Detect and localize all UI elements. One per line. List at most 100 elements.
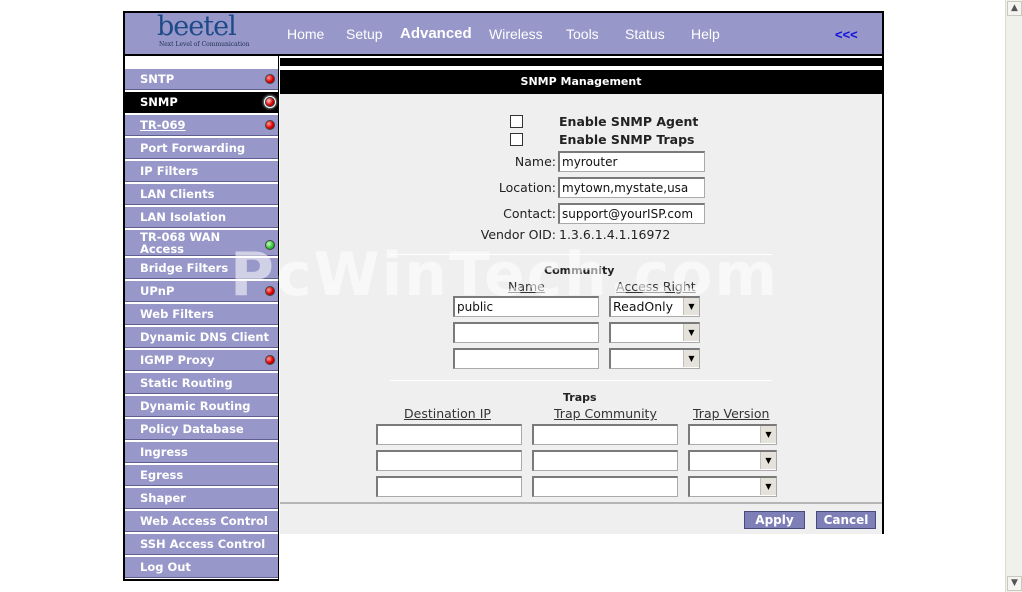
sidebar-item-label: Policy Database bbox=[140, 422, 244, 436]
enable-snmp-agent-label: Enable SNMP Agent bbox=[559, 114, 699, 129]
trap-destination-ip-input[interactable] bbox=[376, 476, 522, 497]
community-access-select[interactable]: ▼ bbox=[609, 322, 700, 343]
logo-text: beetel bbox=[157, 11, 237, 42]
trap-destination-ip-input[interactable] bbox=[376, 424, 522, 445]
status-red-icon bbox=[265, 286, 275, 296]
sidebar-item-label: Web Access Control bbox=[140, 514, 268, 528]
sidebar-item-port-forwarding[interactable]: Port Forwarding bbox=[125, 138, 278, 159]
status-red-icon bbox=[265, 74, 275, 84]
traps-col-trap-version: Trap Version bbox=[693, 406, 770, 421]
community-heading: Community bbox=[544, 264, 615, 277]
chevron-down-icon: ▼ bbox=[683, 324, 699, 341]
nav-advanced[interactable]: Advanced bbox=[400, 25, 472, 42]
sidebar-item-ingress[interactable]: Ingress bbox=[125, 442, 278, 463]
traps-heading: Traps bbox=[563, 391, 597, 404]
form-footer: Apply Cancel bbox=[280, 502, 882, 534]
community-col-name: Name bbox=[508, 279, 545, 294]
sidebar-item-tr069[interactable]: TR-069 bbox=[125, 115, 278, 136]
location-field[interactable]: mytown,mystate,usa bbox=[558, 177, 705, 198]
vendor-oid-label: Vendor OID: bbox=[480, 227, 556, 242]
page-title: SNMP Management bbox=[280, 70, 882, 94]
sidebar-item-log-out[interactable]: Log Out bbox=[125, 557, 278, 578]
sidebar-item-sntp[interactable]: SNTP bbox=[125, 69, 278, 90]
sidebar-spacer bbox=[125, 58, 278, 67]
chevron-down-icon: ▼ bbox=[760, 478, 776, 495]
community-name-input[interactable]: public bbox=[453, 296, 599, 317]
router-admin-page: beetel Next Level of Communication Home … bbox=[0, 0, 1022, 592]
content-top-bar bbox=[280, 58, 882, 66]
community-name-input[interactable] bbox=[453, 348, 599, 369]
trap-version-select[interactable]: ▼ bbox=[688, 424, 777, 445]
brand-logo[interactable]: beetel Next Level of Communication bbox=[155, 11, 255, 53]
back-link[interactable]: <<< bbox=[835, 27, 858, 42]
nav-tools[interactable]: Tools bbox=[566, 26, 599, 42]
traps-col-trap-community: Trap Community bbox=[554, 406, 657, 421]
trap-community-input[interactable] bbox=[532, 450, 678, 471]
nav-home[interactable]: Home bbox=[287, 26, 324, 42]
sidebar-item-label: Log Out bbox=[140, 560, 191, 574]
sidebar-item-tr068-wan-access[interactable]: TR-068 WAN Access bbox=[125, 230, 278, 256]
chevron-down-icon: ▼ bbox=[683, 350, 699, 367]
sidebar-item-label: Shaper bbox=[140, 491, 186, 505]
chevron-down-icon: ▼ bbox=[683, 298, 699, 315]
sidebar-item-label: Ingress bbox=[140, 445, 188, 459]
community-access-select[interactable]: ▼ bbox=[609, 348, 700, 369]
traps-col-destination-ip: Destination IP bbox=[404, 406, 491, 421]
chevron-down-icon: ▼ bbox=[760, 426, 776, 443]
sidebar-item-ip-filters[interactable]: IP Filters bbox=[125, 161, 278, 182]
location-label: Location: bbox=[498, 180, 556, 195]
sidebar-item-static-routing[interactable]: Static Routing bbox=[125, 373, 278, 394]
sidebar-item-ssh-access-control[interactable]: SSH Access Control bbox=[125, 534, 278, 555]
status-red-icon bbox=[265, 97, 275, 107]
cancel-button[interactable]: Cancel bbox=[816, 511, 876, 529]
trap-version-select[interactable]: ▼ bbox=[688, 476, 777, 497]
sidebar-item-lan-isolation[interactable]: LAN Isolation bbox=[125, 207, 278, 228]
status-green-icon bbox=[265, 240, 275, 250]
sidebar-item-bridge-filters[interactable]: Bridge Filters bbox=[125, 258, 278, 279]
apply-button[interactable]: Apply bbox=[744, 511, 805, 529]
nav-setup[interactable]: Setup bbox=[346, 26, 383, 42]
sidebar-item-egress[interactable]: Egress bbox=[125, 465, 278, 486]
sidebar-item-web-filters[interactable]: Web Filters bbox=[125, 304, 278, 325]
sidebar-item-label: SSH Access Control bbox=[140, 537, 266, 551]
sidebar-item-dynamic-dns-client[interactable]: Dynamic DNS Client bbox=[125, 327, 278, 348]
sidebar-item-web-access-control[interactable]: Web Access Control bbox=[125, 511, 278, 532]
sidebar-item-igmp-proxy[interactable]: IGMP Proxy bbox=[125, 350, 278, 371]
trap-community-input[interactable] bbox=[532, 424, 678, 445]
sidebar-item-label: LAN Clients bbox=[140, 187, 215, 201]
enable-snmp-traps-checkbox[interactable] bbox=[510, 133, 523, 146]
vertical-scrollbar[interactable]: ▲ ▼ bbox=[1005, 0, 1022, 592]
access-select-value: ReadOnly bbox=[613, 299, 674, 314]
sidebar-item-policy-database[interactable]: Policy Database bbox=[125, 419, 278, 440]
contact-label: Contact: bbox=[503, 206, 556, 221]
trap-community-input[interactable] bbox=[532, 476, 678, 497]
snmp-form: Enable SNMP Agent Enable SNMP Traps Name… bbox=[280, 94, 882, 502]
sidebar-item-snmp[interactable]: SNMP bbox=[125, 92, 278, 113]
trap-version-select[interactable]: ▼ bbox=[688, 450, 777, 471]
sidebar: SNTP SNMP TR-069 Port Forwarding IP Filt… bbox=[125, 69, 278, 580]
sidebar-item-label: Dynamic Routing bbox=[140, 399, 251, 413]
vendor-oid-value: 1.3.6.1.4.1.16972 bbox=[559, 227, 671, 242]
status-red-icon bbox=[265, 355, 275, 365]
sidebar-item-upnp[interactable]: UPnP bbox=[125, 281, 278, 302]
nav-help[interactable]: Help bbox=[691, 26, 720, 42]
scroll-down-icon[interactable]: ▼ bbox=[1007, 576, 1022, 591]
name-field[interactable]: myrouter bbox=[558, 151, 705, 172]
contact-field[interactable]: support@yourISP.com bbox=[558, 203, 705, 224]
sidebar-item-lan-clients[interactable]: LAN Clients bbox=[125, 184, 278, 205]
nav-wireless[interactable]: Wireless bbox=[489, 26, 543, 42]
sidebar-item-shaper[interactable]: Shaper bbox=[125, 488, 278, 509]
sidebar-item-label: Port Forwarding bbox=[140, 141, 246, 155]
nav-status[interactable]: Status bbox=[625, 26, 665, 42]
enable-snmp-agent-checkbox[interactable] bbox=[510, 115, 523, 128]
scroll-up-icon[interactable]: ▲ bbox=[1007, 1, 1022, 16]
community-name-input[interactable] bbox=[453, 322, 599, 343]
sidebar-item-label: Dynamic DNS Client bbox=[140, 330, 269, 344]
header-bar: beetel Next Level of Communication Home … bbox=[125, 11, 882, 56]
sidebar-item-label: Web Filters bbox=[140, 307, 214, 321]
sidebar-item-dynamic-routing[interactable]: Dynamic Routing bbox=[125, 396, 278, 417]
community-col-access-right: Access Right bbox=[616, 279, 696, 294]
divider bbox=[390, 254, 772, 255]
community-access-select[interactable]: ReadOnly ▼ bbox=[609, 296, 700, 317]
trap-destination-ip-input[interactable] bbox=[376, 450, 522, 471]
